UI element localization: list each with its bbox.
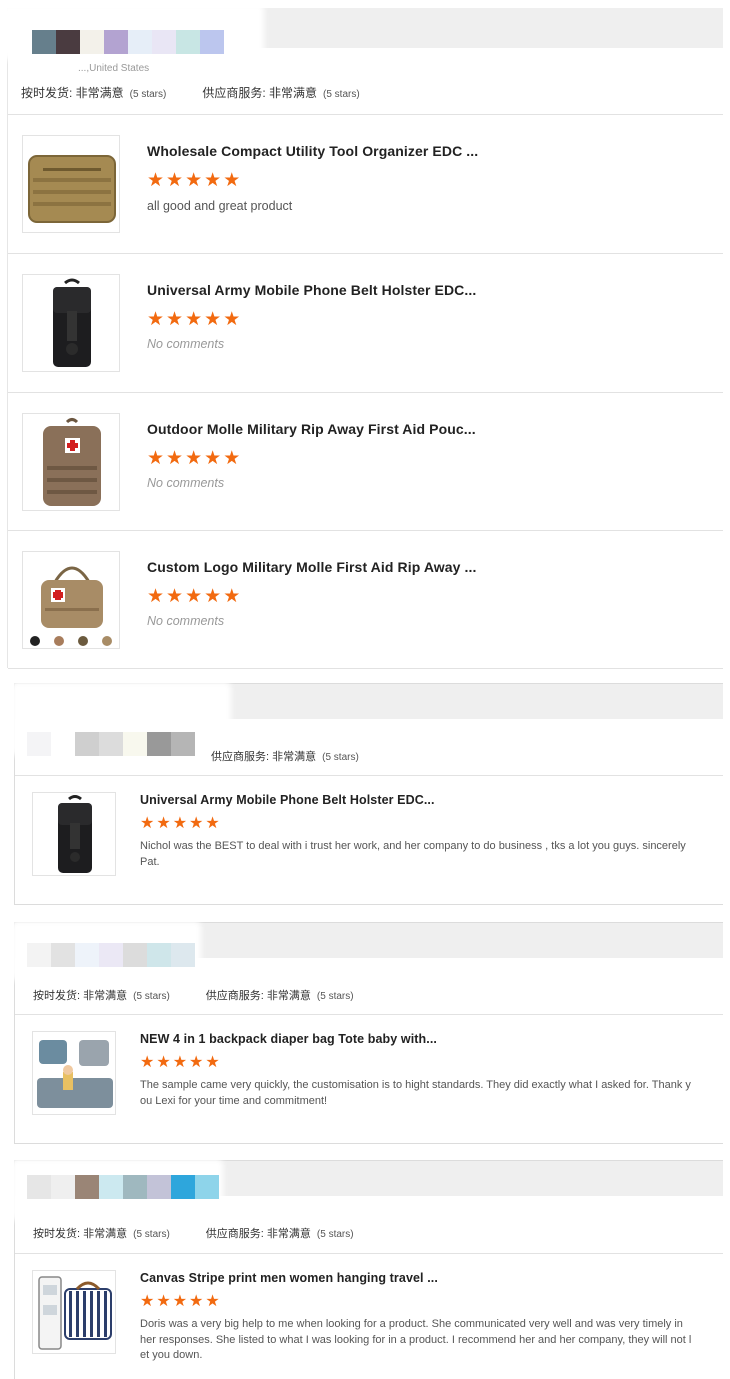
star-icon: ★ [166,586,184,607]
product-title-link[interactable]: Custom Logo Military Molle First Aid Rip… [147,559,477,575]
buyer-location: ...,United States [78,63,150,74]
service-rating-label: 供应商服务: 非常满意 [205,990,311,1002]
star-icon: ★ [189,815,204,832]
supplier-ratings: 供应商服务: 非常满意 (5 stars) [211,748,359,764]
product-thumbnail[interactable] [32,1270,116,1354]
star-icon: ★ [140,1054,155,1071]
delivery-rating-stars: (5 stars) [133,991,170,1002]
product-title-link[interactable]: Universal Army Mobile Phone Belt Holster… [147,282,476,298]
star-icon: ★ [223,586,241,607]
review-item: NEW 4 in 1 backpack diaper bag Tote baby… [15,1015,723,1143]
item-star-rating: ★ ★ ★ ★ ★ [147,587,240,606]
review-group-4: 按时发货: 非常满意 (5 stars) 供应商服务: 非常满意 (5 stars) … [11,1159,723,1379]
review-group-1: ...,United States 按时发货: 非常满意 (5 stars) 供应商… [2,4,723,669]
product-title-link[interactable]: Canvas Stripe print men women hanging tr… [140,1271,438,1285]
star-icon: ★ [166,309,184,330]
star-icon: ★ [166,170,184,191]
review-group-3: 按时发货: 非常满意 (5 stars) 供应商服务: 非常满意 (5 stars) … [11,921,723,1144]
review-item: Wholesale Compact Utility Tool Organizer… [8,115,723,253]
review-comment: No comments [147,476,225,490]
review-comment: The sample came very quickly, the custom… [140,1079,691,1107]
divider [8,668,723,669]
review-item: Canvas Stripe print men women hanging tr… [15,1254,723,1379]
star-icon: ★ [147,448,165,469]
supplier-ratings: 按时发货: 非常满意 (5 stars) 供应商服务: 非常满意 (5 stars) [33,1225,354,1241]
item-star-rating: ★ ★ ★ ★ ★ [140,816,220,832]
item-star-rating: ★ ★ ★ ★ ★ [147,310,240,329]
star-icon: ★ [204,586,222,607]
star-icon: ★ [189,1054,204,1071]
item-star-rating: ★ ★ ★ ★ ★ [140,1055,220,1071]
redacted-avatar-pixels [8,30,224,54]
star-icon: ★ [172,1054,188,1071]
product-title-link[interactable]: Wholesale Compact Utility Tool Organizer… [147,143,478,159]
product-title-link[interactable]: Universal Army Mobile Phone Belt Holster… [140,793,435,807]
star-icon: ★ [223,448,241,469]
star-icon: ★ [204,309,222,330]
service-rating-stars: (5 stars) [322,752,359,763]
review-item: Outdoor Molle Military Rip Away First Ai… [8,393,723,531]
star-icon: ★ [156,1054,171,1071]
review-item: Universal Army Mobile Phone Belt Holster… [8,254,723,392]
star-icon: ★ [156,815,171,832]
review-comment: No comments [147,337,225,351]
product-thumbnail[interactable] [22,413,120,511]
delivery-rating-label: 按时发货: 非常满意 [21,86,124,100]
item-star-rating: ★ ★ ★ ★ ★ [147,171,240,190]
review-item: Universal Army Mobile Phone Belt Holster… [15,776,723,904]
product-thumbnail[interactable] [32,792,116,876]
service-rating-stars: (5 stars) [316,991,354,1002]
product-title-link[interactable]: NEW 4 in 1 backpack diaper bag Tote baby… [140,1032,437,1046]
redacted-avatar-pixels [27,732,195,756]
delivery-rating-stars: (5 stars) [133,1229,170,1240]
service-rating-label: 供应商服务: 非常满意 [202,86,318,100]
redacted-avatar-pixels [27,943,195,967]
star-icon: ★ [140,815,155,832]
item-star-rating: ★ ★ ★ ★ ★ [140,1294,220,1310]
star-icon: ★ [185,309,203,330]
star-icon: ★ [172,1293,188,1310]
product-thumbnail[interactable] [22,135,120,233]
star-icon: ★ [147,309,165,330]
star-icon: ★ [185,586,203,607]
product-thumbnail[interactable] [22,551,120,649]
star-icon: ★ [205,1054,220,1071]
service-rating-stars: (5 stars) [323,89,360,100]
supplier-ratings: 按时发货: 非常满意 (5 stars) 供应商服务: 非常满意 (5 stars) [33,987,354,1003]
service-rating-label: 供应商服务: 非常满意 [211,751,317,763]
product-thumbnail[interactable] [32,1031,116,1115]
star-icon: ★ [223,309,241,330]
product-thumbnail[interactable] [22,274,120,372]
review-comment: Nichol was the BEST to deal with i trust… [140,840,686,868]
star-icon: ★ [185,170,203,191]
star-icon: ★ [140,1293,155,1310]
product-title-link[interactable]: Outdoor Molle Military Rip Away First Ai… [147,421,476,437]
review-item: Custom Logo Military Molle First Aid Rip… [8,531,723,669]
star-icon: ★ [172,815,188,832]
star-icon: ★ [205,815,220,832]
star-icon: ★ [204,170,222,191]
review-comment: No comments [147,614,225,628]
review-group-2: 供应商服务: 非常满意 (5 stars) Universal Army Mobi… [11,682,723,905]
review-comment: Doris was a very big help to me when loo… [140,1318,692,1361]
service-rating-label: 供应商服务: 非常满意 [205,1228,311,1240]
redacted-avatar-pixels [27,1175,219,1199]
review-comment: all good and great product [147,199,293,213]
delivery-rating-label: 按时发货: 非常满意 [33,990,128,1002]
supplier-ratings: 按时发货: 非常满意 (5 stars) 供应商服务: 非常满意 (5 stars) [21,84,360,101]
star-icon: ★ [185,448,203,469]
star-icon: ★ [156,1293,171,1310]
item-star-rating: ★ ★ ★ ★ ★ [147,449,240,468]
star-icon: ★ [189,1293,204,1310]
star-icon: ★ [166,448,184,469]
delivery-rating-stars: (5 stars) [129,89,167,100]
star-icon: ★ [223,170,241,191]
star-icon: ★ [204,448,222,469]
star-icon: ★ [147,170,165,191]
delivery-rating-label: 按时发货: 非常满意 [33,1228,128,1240]
star-icon: ★ [205,1293,220,1310]
star-icon: ★ [147,586,165,607]
service-rating-stars: (5 stars) [316,1229,354,1240]
